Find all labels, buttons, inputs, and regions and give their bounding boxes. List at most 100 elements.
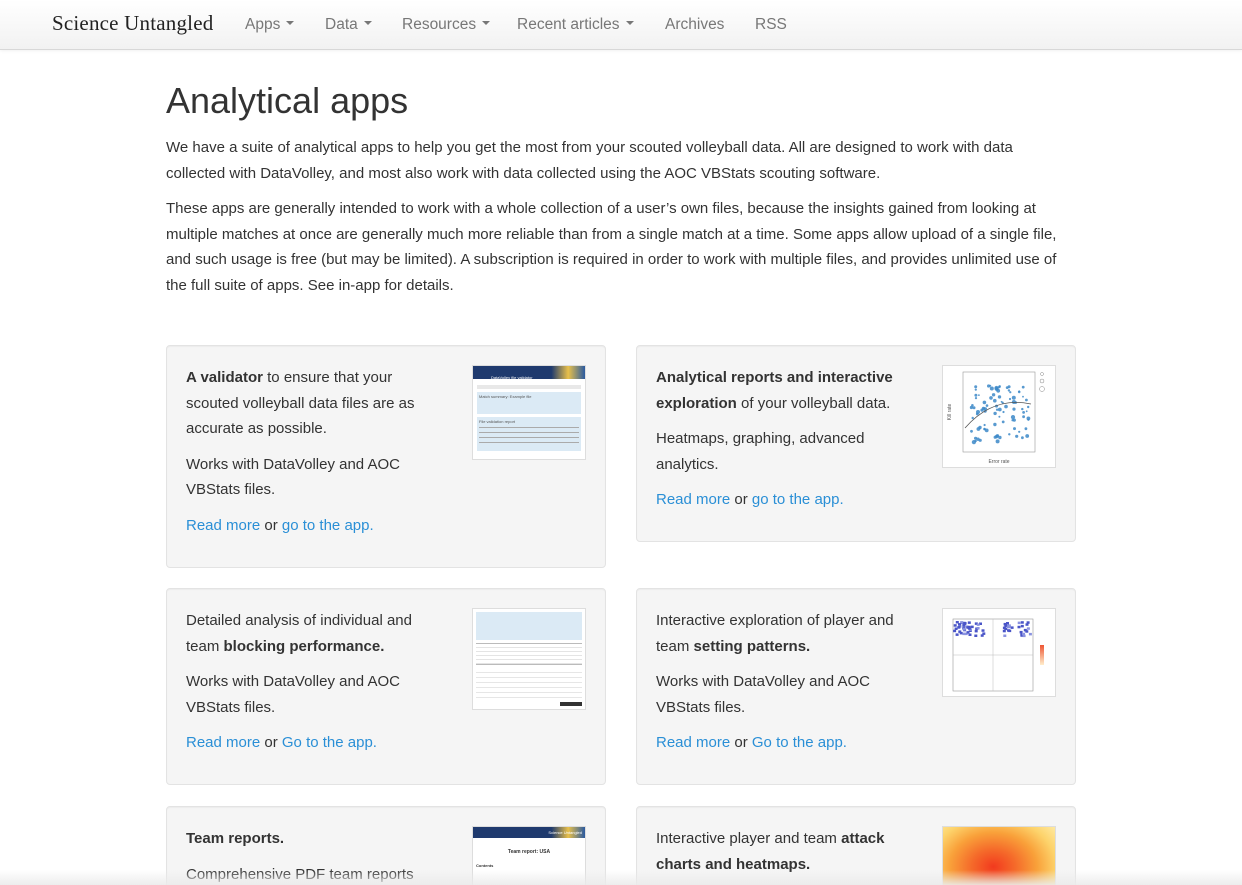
scatter-point	[993, 422, 997, 427]
card-blocking-compat: Works with DataVolley and AOC VBStats fi…	[186, 673, 400, 716]
scatter-point	[972, 406, 976, 410]
scatter-point	[1011, 395, 1016, 400]
thumb-summary-box: Match summary: Example file	[477, 392, 581, 414]
setting-app-link[interactable]: Go to the app.	[752, 734, 847, 751]
validator-screenshot-thumbnail[interactable]: DataVolley file validator Match summary:…	[472, 365, 586, 460]
card-validator-heading: A validator	[186, 369, 263, 386]
density-cell	[968, 633, 972, 636]
reports-app-link[interactable]: go to the app.	[752, 491, 844, 508]
card-reports-desc: of your volleyball data.	[736, 394, 891, 412]
thumb-table	[476, 643, 582, 665]
density-cell	[980, 634, 984, 637]
scatter-point	[970, 429, 973, 433]
site-brand-logo[interactable]: Science Untangled	[52, 11, 213, 36]
scatter-point	[1000, 400, 1003, 403]
card-team-heading: Team reports.	[186, 830, 285, 847]
density-cell	[1022, 632, 1025, 636]
density-cell	[966, 631, 970, 634]
density-cell	[1020, 624, 1024, 628]
scatter-point	[1004, 404, 1008, 409]
reports-scatterplot-thumbnail[interactable]: Error rate Kill rate	[942, 365, 1056, 468]
nav-resources-dropdown[interactable]: Resources	[402, 16, 491, 34]
density-cell	[953, 624, 957, 627]
scatter-point	[974, 385, 978, 389]
density-cell	[958, 623, 961, 626]
scatter-point	[1011, 419, 1014, 422]
scatter-point	[1021, 436, 1024, 440]
density-cell	[958, 630, 962, 633]
caret-down-icon	[482, 20, 491, 25]
scatter-point	[993, 398, 997, 403]
thumb-line	[479, 442, 579, 443]
card-reports-features: Heatmaps, graphing, advanced analytics.	[656, 430, 865, 473]
or-text: or	[260, 734, 282, 751]
validator-read-more-link[interactable]: Read more	[186, 517, 260, 534]
blocking-app-link[interactable]: Go to the app.	[282, 734, 377, 751]
density-cell	[1003, 634, 1007, 637]
scatter-point	[993, 435, 997, 439]
scatter-point	[1025, 398, 1028, 402]
card-team-heading-line: Team reports.	[186, 826, 438, 852]
page-title: Analytical apps	[166, 80, 409, 121]
card-setting-text: Interactive exploration of player and te…	[656, 608, 908, 766]
nav-recent-articles-dropdown[interactable]: Recent articles	[517, 16, 634, 34]
card-reports-links: Read more or go to the app.	[656, 487, 908, 513]
density-cell	[955, 633, 959, 636]
density-cell	[1008, 629, 1012, 633]
scatter-point	[1022, 415, 1025, 419]
thumb-line	[479, 437, 579, 438]
nav-archives-link[interactable]: Archives	[665, 16, 724, 34]
thumb-table	[476, 668, 582, 698]
scatter-point	[971, 416, 974, 420]
density-cell	[976, 623, 980, 626]
scatter-point	[983, 423, 986, 427]
scatter-point	[982, 400, 987, 405]
density-cell	[962, 622, 966, 626]
scatter-point	[995, 408, 999, 411]
setting-heatmap-thumbnail[interactable]	[942, 608, 1056, 697]
scatter-point	[969, 405, 973, 410]
scatter-point	[985, 404, 989, 407]
reports-read-more-link[interactable]: Read more	[656, 491, 730, 508]
scatter-point	[1011, 400, 1016, 404]
caret-down-icon	[363, 20, 372, 25]
thumb-header-bar: Science Untangled	[473, 827, 585, 838]
card-reports-description: Analytical reports and interactive explo…	[656, 365, 908, 416]
scatter-point	[1024, 427, 1028, 431]
scatter-point	[1008, 433, 1011, 436]
nav-data-dropdown[interactable]: Data	[325, 16, 372, 34]
density-cell	[1020, 621, 1024, 624]
nav-apps-dropdown[interactable]: Apps	[245, 16, 295, 34]
setting-read-more-link[interactable]: Read more	[656, 734, 730, 751]
scatter-point	[1012, 407, 1016, 411]
blocking-screenshot-thumbnail[interactable]	[472, 608, 586, 710]
scatter-point	[989, 386, 994, 391]
scatter-point	[989, 396, 993, 400]
blocking-read-more-link[interactable]: Read more	[186, 734, 260, 751]
card-blocking-heading: blocking performance.	[223, 637, 385, 655]
scatter-point	[1022, 395, 1024, 398]
card-analytical-reports: Analytical reports and interactive explo…	[636, 345, 1076, 542]
scatter-point	[1001, 420, 1005, 424]
density-cell	[1026, 621, 1030, 624]
card-validator-description: A validator to ensure that your scouted …	[186, 365, 438, 442]
scatter-point	[974, 393, 978, 397]
top-navbar: Science Untangled Apps Data Resources Re…	[0, 0, 1242, 50]
density-cell	[1002, 629, 1006, 633]
density-cell	[1010, 626, 1014, 629]
scatter-point	[1002, 410, 1005, 414]
scatter-point	[974, 439, 977, 443]
scatter-point	[998, 435, 1002, 440]
validator-app-link[interactable]: go to the app.	[282, 517, 374, 534]
thumb-x-label: Error rate	[988, 459, 1009, 465]
density-cell	[1026, 627, 1030, 630]
scatter-point	[1007, 389, 1011, 392]
card-reports-text: Analytical reports and interactive explo…	[656, 365, 908, 523]
scatter-point	[995, 439, 1000, 444]
scatter-point	[1005, 386, 1009, 389]
nav-rss-link[interactable]: RSS	[755, 16, 787, 34]
density-cell	[957, 626, 961, 629]
thumb-tabs	[477, 385, 581, 389]
density-cell	[1004, 627, 1008, 631]
caret-down-icon	[625, 20, 634, 25]
